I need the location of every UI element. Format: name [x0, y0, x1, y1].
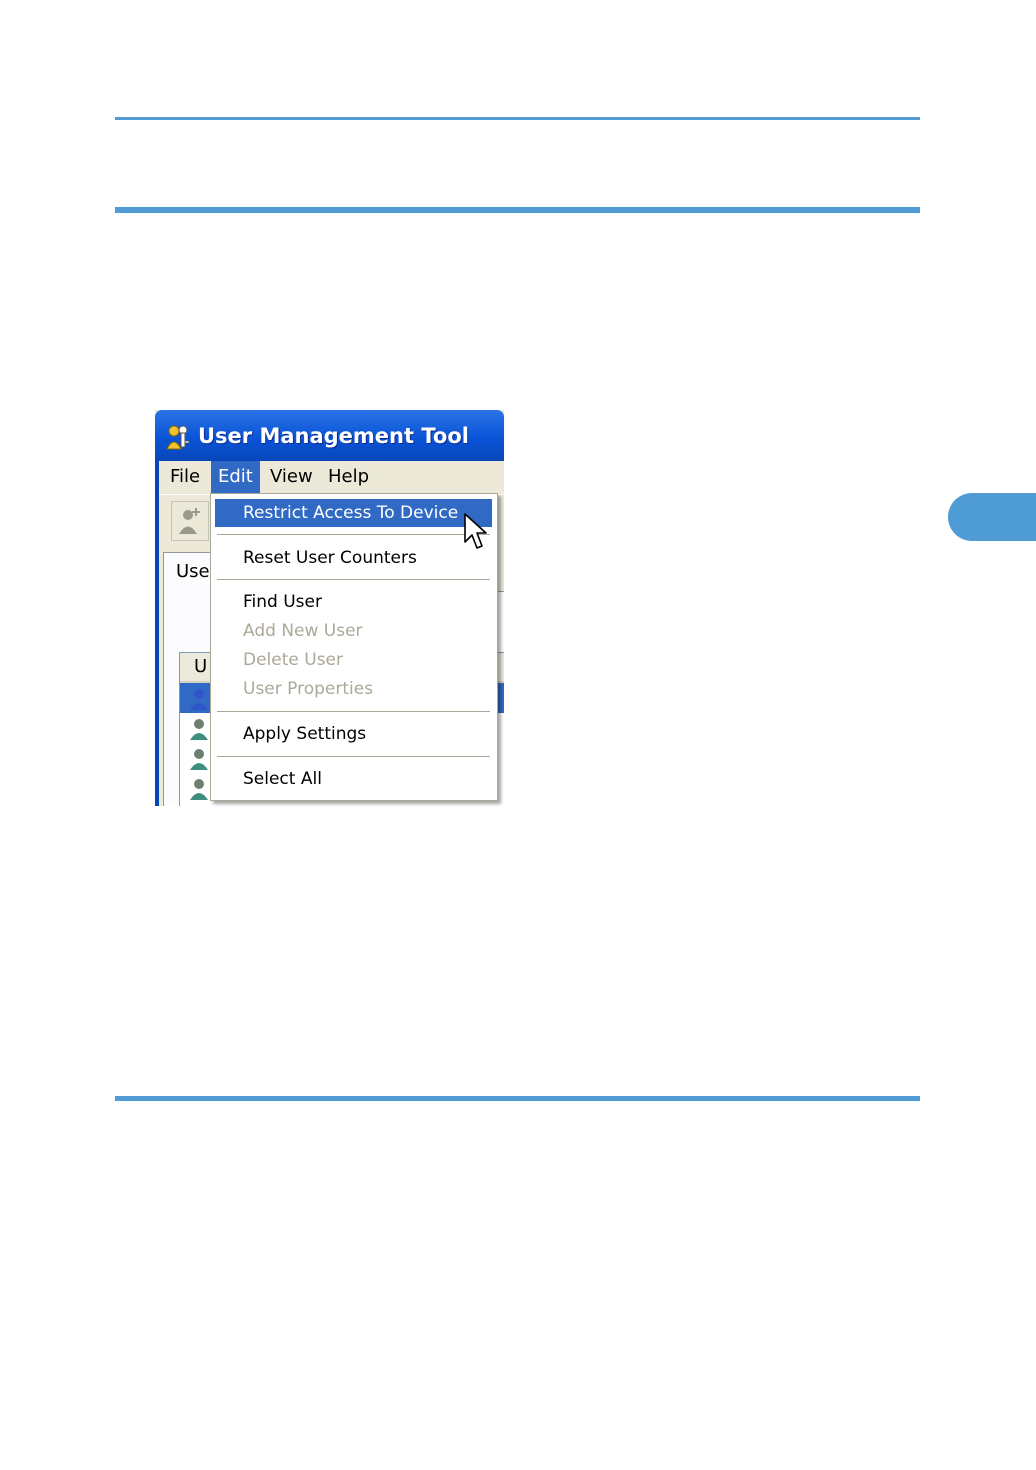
menu-item-user-properties: User Properties: [243, 679, 374, 699]
user-icon: [190, 749, 208, 770]
user-icon: [190, 689, 208, 710]
menu-item-find-user[interactable]: Find User: [215, 588, 492, 616]
menu-item-delete-user: Delete User: [243, 650, 344, 670]
menu-item-restrict-access[interactable]: Restrict Access To Device: [215, 499, 492, 527]
menu-help[interactable]: Help: [321, 461, 376, 493]
add-user-button[interactable]: [171, 501, 209, 541]
chapter-tab: [948, 493, 1036, 541]
menu-bar: File Edit View Help: [159, 461, 504, 493]
mouse-cursor-icon: [464, 513, 487, 549]
menu-file[interactable]: File: [163, 461, 207, 493]
menu-separator: [217, 756, 490, 757]
header-rule-thin: [115, 117, 920, 120]
menu-item-reset-user-counters[interactable]: Reset User Counters: [215, 544, 492, 572]
app-icon: [166, 425, 190, 450]
menu-item-select-all[interactable]: Select All: [215, 765, 492, 793]
menu-view[interactable]: View: [263, 461, 320, 493]
user-icon: [190, 779, 208, 800]
list-column-header-label: U: [194, 656, 208, 677]
menu-separator: [217, 534, 490, 535]
menu-item-apply-settings[interactable]: Apply Settings: [215, 720, 492, 748]
header-rule-thick: [115, 207, 920, 213]
user-icon: [190, 719, 208, 740]
footer-rule: [115, 1096, 920, 1101]
title-bar: User Management Tool: [155, 410, 504, 461]
add-user-icon: [179, 508, 200, 534]
window-title: User Management Tool: [198, 424, 469, 448]
menu-item-add-new-user: Add New User: [243, 621, 363, 641]
tab-users-label: Use: [176, 561, 210, 582]
menu-separator: [217, 711, 490, 712]
edit-dropdown-menu: Restrict Access To Device Reset User Cou…: [210, 493, 498, 801]
menu-edit[interactable]: Edit: [211, 461, 260, 493]
menu-separator: [217, 579, 490, 580]
